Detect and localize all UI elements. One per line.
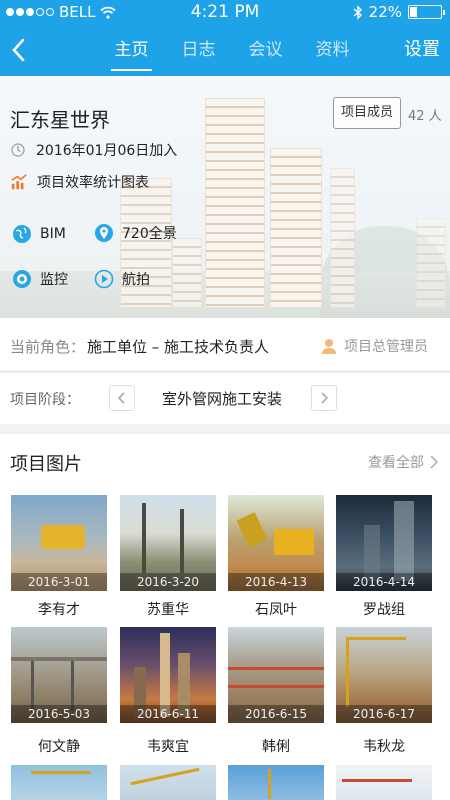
tab-documents[interactable]: 资料 [299, 24, 366, 76]
photo-thumbnail[interactable]: 2016-5-03 [11, 627, 107, 723]
photo-uploader: 苏重华 [147, 602, 189, 618]
project-admin[interactable]: 项目总管理员 [320, 336, 428, 356]
play-icon [94, 269, 114, 289]
project-photos-section: 项目图片 查看全部 2016-3-01 李有才 2016-3-20 苏重华 20… [0, 434, 450, 800]
battery-icon [408, 5, 445, 19]
photo-thumbnail[interactable] [120, 765, 216, 800]
role-label: 当前角色： [10, 338, 86, 356]
camera-icon [13, 270, 31, 288]
next-stage-button[interactable] [311, 385, 337, 411]
photo-date: 2016-3-01 [11, 573, 107, 591]
photo-date: 2016-3-20 [120, 573, 216, 591]
role-value: 施工单位 – 施工技术负责人 [87, 338, 270, 356]
photo-date: 2016-5-03 [11, 705, 107, 723]
feature-monitor-label: 监控 [40, 272, 68, 288]
stage-label: 项目阶段： [10, 392, 80, 408]
photo-thumbnail[interactable]: 2016-6-11 [120, 627, 216, 723]
project-title: 汇东星世界 [10, 108, 110, 132]
photo-thumbnail[interactable]: 2016-3-01 [11, 495, 107, 591]
prev-stage-button[interactable] [109, 385, 135, 411]
feature-panorama[interactable]: 720全景 [94, 223, 177, 243]
photos-title: 项目图片 [10, 454, 82, 475]
photo-uploader: 何文静 [38, 739, 80, 755]
photo-thumbnail[interactable]: 2016-4-13 [228, 495, 324, 591]
join-date: 2016年01月06日加入 [10, 140, 177, 160]
project-members-button[interactable]: 项目成员 [333, 97, 401, 129]
photo-date: 2016-6-11 [120, 705, 216, 723]
member-count: 42 人 [408, 109, 442, 124]
stats-link-label: 项目效率统计图表 [37, 175, 149, 191]
stage-value: 室外管网施工安装 [161, 390, 282, 408]
photo-uploader: 韦爽宜 [147, 739, 189, 755]
role-row: 当前角色： 施工单位 – 施工技术负责人 项目总管理员 [0, 318, 450, 372]
photo-uploader: 韩俐 [262, 739, 290, 755]
user-icon [322, 339, 336, 354]
photo-uploader: 韦秋龙 [363, 739, 405, 755]
bluetooth-icon [353, 4, 362, 20]
feature-bim[interactable]: BIM [12, 224, 66, 244]
join-date-text: 2016年01月06日加入 [36, 143, 178, 159]
tab-log[interactable]: 日志 [165, 24, 232, 76]
location-pin-icon [95, 224, 113, 242]
photo-thumbnail[interactable]: 2016-3-20 [120, 495, 216, 591]
stats-link[interactable]: 项目效率统计图表 [10, 172, 149, 192]
photo-thumbnail[interactable]: 2016-6-15 [228, 627, 324, 723]
photo-uploader: 李有才 [38, 602, 80, 618]
battery-percent: 22% [368, 3, 402, 21]
photo-uploader: 罗战组 [363, 602, 405, 618]
feature-aerial-label: 航拍 [122, 272, 150, 288]
photo-date: 2016-4-14 [336, 573, 432, 591]
photo-uploader: 石凤叶 [255, 602, 297, 618]
feature-bim-label: BIM [40, 226, 66, 242]
chevron-left-icon [117, 392, 125, 404]
photo-date: 2016-6-15 [228, 705, 324, 723]
photo-thumbnail[interactable] [11, 765, 107, 800]
photo-date: 2016-6-17 [336, 705, 432, 723]
view-all-link[interactable]: 查看全部 [368, 452, 438, 472]
chevron-right-icon [430, 455, 438, 469]
photo-thumbnail[interactable]: 2016-6-17 [336, 627, 432, 723]
settings-button[interactable]: 设置 [404, 24, 440, 76]
photo-thumbnail[interactable] [336, 765, 432, 800]
photo-thumbnail[interactable] [228, 765, 324, 800]
project-admin-label: 项目总管理员 [344, 339, 428, 355]
tab-home[interactable]: 主页 [98, 24, 165, 76]
nav-bar: 主页 日志 会议 资料 设置 [0, 24, 450, 76]
tab-meeting[interactable]: 会议 [232, 24, 299, 76]
feature-monitor[interactable]: 监控 [12, 269, 68, 289]
chevron-right-icon [321, 392, 329, 404]
photo-thumbnail[interactable]: 2016-4-14 [336, 495, 432, 591]
status-bar: BELL 4:21 PM 22% [0, 0, 450, 24]
chart-icon [11, 174, 27, 190]
back-icon[interactable] [8, 36, 30, 64]
view-all-label: 查看全部 [368, 455, 424, 471]
photo-date: 2016-4-13 [228, 573, 324, 591]
feature-aerial[interactable]: 航拍 [94, 269, 150, 289]
clock-icon [11, 143, 25, 157]
globe-icon [13, 225, 31, 243]
feature-panorama-label: 720全景 [122, 226, 177, 242]
stage-row: 项目阶段： 室外管网施工安装 [0, 373, 450, 424]
